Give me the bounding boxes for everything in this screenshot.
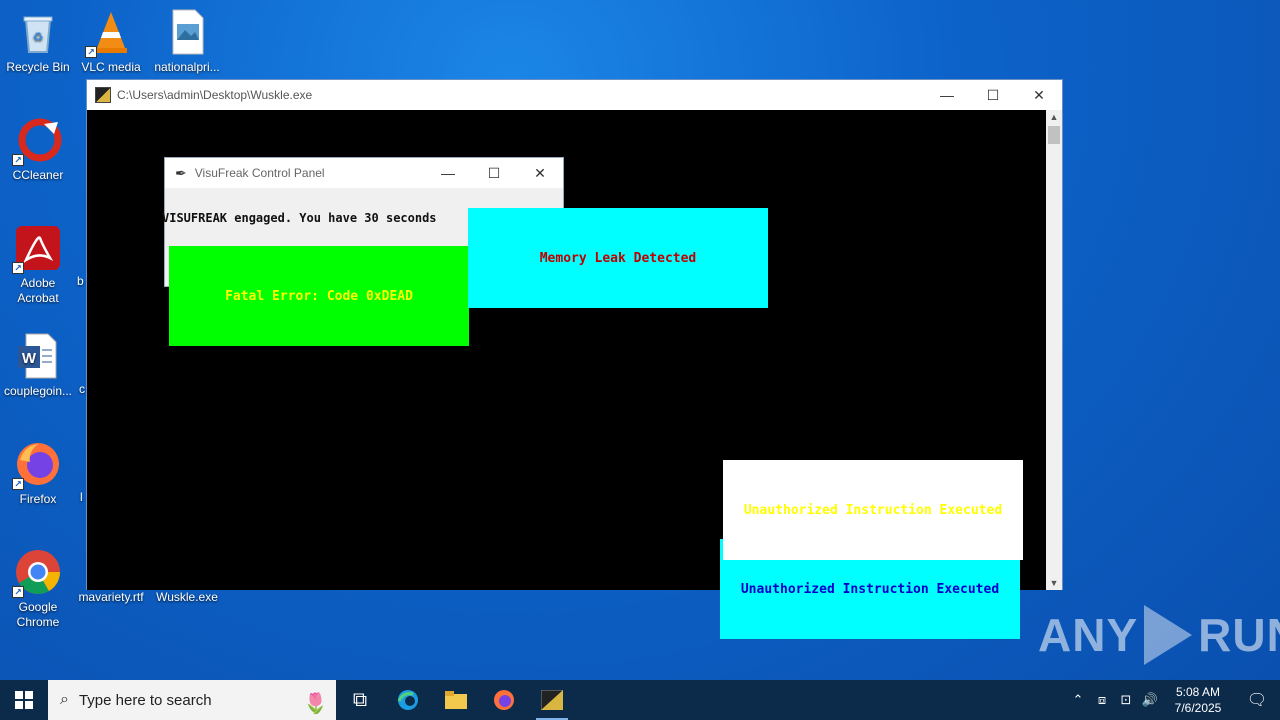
popup-text: Unauthorized Instruction Executed [743,502,1003,518]
desktop-icon-ccleaner[interactable]: ↗ CCleaner [0,116,76,183]
shortcut-arrow-icon: ↗ [12,478,24,490]
scroll-down-icon[interactable]: ▼ [1046,576,1062,590]
watermark-text-right: RUN [1198,609,1280,661]
desktop-icon-label: mavariety.rtf [78,590,144,604]
desktop-icon-label: nationalpri... [154,60,220,74]
system-tray: ⌃ ⧈ ⊡ 🔊 5:08 AM 7/6/2025 🗨 [1066,680,1280,720]
desktop-icon-wuskle[interactable]: Wuskle.exe [149,590,225,605]
console-titlebar[interactable]: C:\Users\admin\Desktop\Wuskle.exe — ☐ ✕ [87,80,1062,110]
desktop-icon-adobe-acrobat[interactable]: ↗ Adobe Acrobat [0,224,76,306]
feather-icon: ✒ [175,164,187,181]
shortcut-arrow-icon: ↗ [85,46,97,58]
task-view-icon[interactable]: ⧉ [336,680,384,720]
taskbar: ⌕ Type here to search 🌷 ⧉ ⌃ ⧈ ⊡ 🔊 5:08 A… [0,680,1280,720]
desktop-icon-label: Wuskle.exe [156,590,218,604]
recycle-bin-icon: ♻ [14,8,62,56]
desktop-icon-label: Adobe Acrobat [17,276,59,305]
partial-icon-label: l [80,490,83,504]
firefox-icon: ↗ [12,440,62,490]
desktop-icon-label: Firefox [19,492,57,506]
edge-icon[interactable] [384,680,432,720]
svg-text:W: W [22,350,37,367]
popup-text: Unauthorized Instruction Executed [740,581,1000,597]
firefox-taskbar-icon[interactable] [480,680,528,720]
minimize-button[interactable]: — [425,158,471,188]
chevron-up-icon[interactable]: ⌃ [1066,692,1090,708]
volume-icon[interactable]: 🔊 [1138,692,1162,708]
desktop-icon-google-chrome[interactable]: ↗ Google Chrome [0,548,76,630]
control-panel-title: VisuFreak Control Panel [194,166,325,180]
desktop-icon-vlc[interactable]: ↗ VLC media [73,8,149,75]
desktop-icon-mavariety[interactable]: mavariety.rtf [73,590,149,605]
desktop-icon-nationalpri[interactable]: nationalpri... [149,8,225,75]
fatal-error-popup[interactable]: Fatal Error: Code 0xDEAD [169,246,469,346]
search-placeholder: Type here to search [78,691,212,709]
close-button[interactable]: ✕ [517,158,563,188]
search-highlight-icon: 🌷 [303,693,328,715]
partial-icon-label: c [79,382,85,396]
taskbar-search[interactable]: ⌕ Type here to search 🌷 [48,680,336,720]
console-app-icon [95,87,111,103]
minimize-button[interactable]: — [924,80,970,110]
console-title: C:\Users\admin\Desktop\Wuskle.exe [117,88,313,102]
chrome-icon: ↗ [12,548,62,598]
desktop-icon-label: couplegoin... [3,384,73,398]
shortcut-arrow-icon: ↗ [12,262,24,274]
shortcut-arrow-icon: ↗ [12,586,24,598]
shortcut-arrow-icon: ↗ [12,154,24,166]
play-logo-icon [1144,605,1193,665]
popup-text: Memory Leak Detected [539,250,697,266]
popup-text: Fatal Error: Code 0xDEAD [225,288,413,304]
wuskle-taskbar-icon[interactable] [528,680,576,720]
partial-icon-label: b [77,274,84,288]
search-icon: ⌕ [60,691,69,708]
start-button[interactable] [0,680,48,720]
memory-leak-popup[interactable]: Memory Leak Detected [468,208,768,308]
scroll-thumb[interactable] [1048,126,1060,144]
notifications-icon[interactable]: 🗨 [1234,690,1280,710]
svg-text:♻: ♻ [33,30,44,44]
desktop-icon-couplegoin[interactable]: W couplegoin... [0,332,76,399]
unauthorized-instruction-popup-white[interactable]: Unauthorized Instruction Executed [723,460,1023,560]
network-icon[interactable]: ⊡ [1114,692,1138,708]
desktop: ♻ Recycle Bin ↗ VLC media nationalpri...… [0,0,1280,680]
desktop-icon-label: Recycle Bin [6,60,70,74]
close-button[interactable]: ✕ [1016,80,1062,110]
acrobat-icon: ↗ [12,224,62,274]
word-doc-icon: W [14,332,62,380]
console-scrollbar[interactable]: ▲ ▼ [1046,110,1062,590]
scroll-up-icon[interactable]: ▲ [1046,110,1062,124]
clock[interactable]: 5:08 AM 7/6/2025 [1162,684,1234,716]
control-panel-titlebar[interactable]: ✒ VisuFreak Control Panel — ☐ ✕ [165,158,563,188]
watermark-text-left: ANY [1038,609,1139,661]
file-explorer-icon[interactable] [432,680,480,720]
maximize-button[interactable]: ☐ [471,158,517,188]
desktop-icon-label: Google Chrome [16,600,60,629]
desktop-icon-recycle-bin[interactable]: ♻ Recycle Bin [0,8,76,75]
desktop-icon-firefox[interactable]: ↗ Firefox [0,440,76,507]
desktop-icon-label: CCleaner [12,168,64,182]
clock-time: 5:08 AM [1175,685,1221,699]
clock-date: 7/6/2025 [1174,701,1222,715]
maximize-button[interactable]: ☐ [970,80,1016,110]
anyrun-watermark: ANY RUN [1038,605,1280,665]
ccleaner-icon: ↗ [12,116,62,166]
meet-now-icon[interactable]: ⧈ [1090,692,1114,708]
control-panel-message: VISUFREAK engaged. You have 30 seconds [162,211,437,225]
windows-logo-icon [15,691,33,709]
desktop-icon-label: VLC media [81,60,141,74]
vlc-icon: ↗ [85,8,135,58]
image-file-icon [163,8,211,56]
